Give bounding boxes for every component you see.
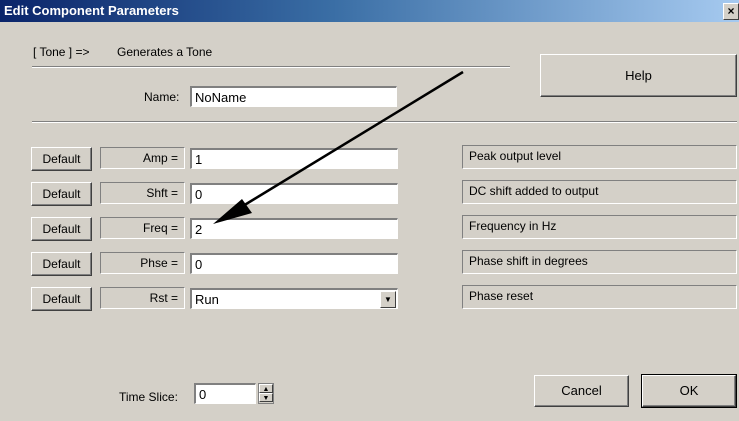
name-input[interactable]: NoName <box>190 86 397 107</box>
param-input-phse[interactable]: 0 <box>190 253 398 274</box>
chevron-down-icon[interactable]: ▼ <box>380 291 396 308</box>
close-icon[interactable]: × <box>723 3 739 20</box>
ok-button[interactable]: OK <box>641 374 737 408</box>
default-button-amp[interactable]: Default <box>31 147 92 171</box>
param-label-amp: Amp = <box>100 147 185 169</box>
param-desc-shft: DC shift added to output <box>462 180 737 204</box>
param-select-rst-value: Run <box>195 292 219 307</box>
default-button-rst[interactable]: Default <box>31 287 92 311</box>
title-bar[interactable]: Edit Component Parameters × <box>0 0 739 22</box>
cancel-button[interactable]: Cancel <box>534 375 629 407</box>
param-desc-phse: Phase shift in degrees <box>462 250 737 274</box>
default-button-freq[interactable]: Default <box>31 217 92 241</box>
default-button-shft[interactable]: Default <box>31 182 92 206</box>
param-desc-freq: Frequency in Hz <box>462 215 737 239</box>
window-title: Edit Component Parameters <box>4 3 179 18</box>
name-label: Name: <box>144 90 180 104</box>
param-input-amp[interactable]: 1 <box>190 148 398 169</box>
param-input-freq[interactable]: 2 <box>190 218 398 239</box>
param-desc-amp: Peak output level <box>462 145 737 169</box>
time-slice-input[interactable]: 0 <box>194 383 256 404</box>
param-label-rst: Rst = <box>100 287 185 309</box>
spin-down-icon[interactable]: ▼ <box>259 393 273 402</box>
param-select-rst[interactable]: Run ▼ <box>190 288 398 309</box>
param-desc-rst: Phase reset <box>462 285 737 309</box>
spin-updown-icon[interactable]: ▲ ▼ <box>258 383 274 404</box>
dialog-window: Edit Component Parameters × [ Tone ] => … <box>0 0 739 421</box>
component-tag: [ Tone ] => <box>33 45 90 59</box>
default-button-phse[interactable]: Default <box>31 252 92 276</box>
component-description: Generates a Tone <box>117 45 213 59</box>
param-label-shft: Shft = <box>100 182 185 204</box>
param-input-shft[interactable]: 0 <box>190 183 398 204</box>
spin-up-icon[interactable]: ▲ <box>259 384 273 393</box>
help-button[interactable]: Help <box>540 54 737 97</box>
time-slice-label: Time Slice: <box>119 390 178 404</box>
param-label-phse: Phse = <box>100 252 185 274</box>
param-label-freq: Freq = <box>100 217 185 239</box>
